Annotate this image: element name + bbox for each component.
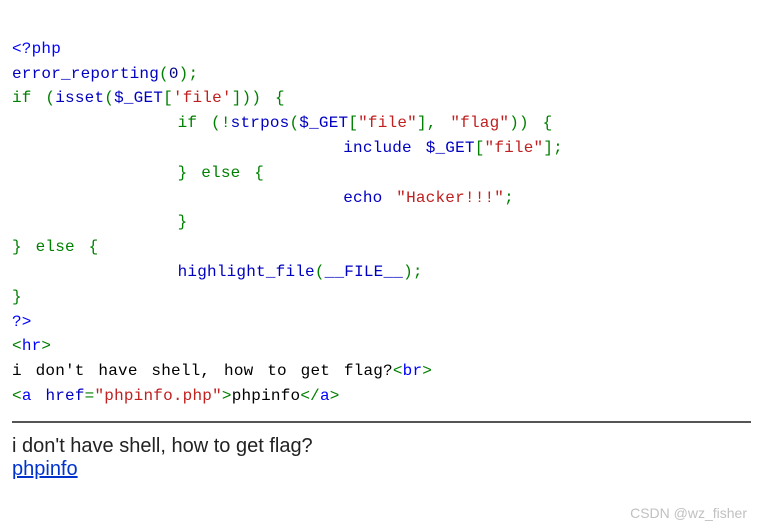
brace: {	[275, 89, 285, 107]
space	[382, 189, 396, 207]
const-file: __FILE__	[325, 263, 403, 281]
brace: {	[543, 114, 553, 132]
str-file: "file"	[485, 139, 544, 157]
fn-highlight-file: highlight_file	[178, 263, 315, 281]
paren: )	[179, 65, 189, 83]
paren: )	[403, 263, 413, 281]
indent	[12, 114, 178, 132]
paren: (	[45, 89, 55, 107]
space	[22, 238, 36, 256]
fn-isset: isset	[55, 89, 104, 107]
tag-br: br	[403, 362, 423, 380]
angle: >	[330, 387, 340, 405]
php-open-tag: <?php	[12, 40, 61, 58]
bracket: [	[475, 139, 485, 157]
php-close-tag: ?>	[12, 313, 32, 331]
space	[261, 89, 275, 107]
space	[412, 139, 426, 157]
href-val: "phpinfo.php"	[94, 387, 221, 405]
kw-else: else	[36, 238, 75, 256]
quote: '	[222, 89, 232, 107]
num-zero: 0	[169, 65, 179, 83]
paren: )	[242, 89, 252, 107]
bracket: ]	[543, 139, 553, 157]
indent	[12, 139, 343, 157]
semicolon: ;	[553, 139, 563, 157]
angle: >	[422, 362, 432, 380]
kw-else: else	[201, 164, 240, 182]
semicolon: ;	[504, 189, 514, 207]
semicolon: ;	[413, 263, 423, 281]
str-file: "file"	[358, 114, 417, 132]
space	[529, 114, 543, 132]
rendered-output: i don't have shell, how to get flag? php…	[12, 435, 751, 481]
paren: (	[315, 263, 325, 281]
kw-if: if	[178, 114, 198, 132]
paren: (	[211, 114, 221, 132]
bracket: [	[163, 89, 173, 107]
space	[240, 164, 254, 182]
paren: (	[104, 89, 114, 107]
bracket: ]	[417, 114, 427, 132]
tag-a: a	[22, 387, 32, 405]
phpinfo-link[interactable]: phpinfo	[12, 458, 78, 480]
brace: }	[12, 288, 22, 306]
str-file: file	[183, 89, 222, 107]
attr-href: href	[45, 387, 84, 405]
paren: )	[509, 114, 519, 132]
watermark: CSDN @wz_fisher	[630, 505, 747, 521]
space	[32, 89, 46, 107]
fn-echo: echo	[343, 189, 382, 207]
link-text-src: phpinfo	[232, 387, 301, 405]
rendered-text: i don't have shell, how to get flag?	[12, 435, 313, 457]
str-hacker: "Hacker!!!"	[396, 189, 504, 207]
eq: =	[85, 387, 95, 405]
indent	[12, 213, 178, 231]
text-no-shell: i don't have shell, how to get flag?	[12, 362, 393, 380]
php-source-code: <?php error_reporting(0); if (isset($_GE…	[12, 12, 751, 409]
fn-error-reporting: error_reporting	[12, 65, 159, 83]
space	[187, 164, 201, 182]
angle: >	[41, 337, 51, 355]
hr-divider	[12, 421, 751, 423]
brace: }	[12, 238, 22, 256]
brace: {	[254, 164, 264, 182]
brace: }	[178, 213, 188, 231]
brace: }	[178, 164, 188, 182]
angle: <	[393, 362, 403, 380]
str-flag: "flag"	[450, 114, 509, 132]
bracket: [	[348, 114, 358, 132]
comma: ,	[427, 114, 437, 132]
angle: <	[12, 387, 22, 405]
brace: {	[89, 238, 99, 256]
semicolon: ;	[188, 65, 198, 83]
space	[75, 238, 89, 256]
var-get: $_GET	[299, 114, 348, 132]
fn-include: include	[343, 139, 412, 157]
paren: )	[251, 89, 261, 107]
var-get: $_GET	[426, 139, 475, 157]
paren: )	[519, 114, 529, 132]
tag-a-close: a	[320, 387, 330, 405]
angle: </	[300, 387, 320, 405]
paren: (	[159, 65, 169, 83]
tag-hr: hr	[22, 337, 42, 355]
indent	[12, 263, 178, 281]
var-get: $_GET	[114, 89, 163, 107]
paren: (	[289, 114, 299, 132]
bracket: ]	[232, 89, 242, 107]
indent	[12, 164, 178, 182]
quote: '	[173, 89, 183, 107]
fn-strpos: strpos	[231, 114, 290, 132]
kw-if: if	[12, 89, 32, 107]
space	[32, 387, 46, 405]
angle: <	[12, 337, 22, 355]
space	[437, 114, 451, 132]
indent	[12, 189, 343, 207]
space	[197, 114, 211, 132]
neg: !	[221, 114, 231, 132]
angle: >	[222, 387, 232, 405]
